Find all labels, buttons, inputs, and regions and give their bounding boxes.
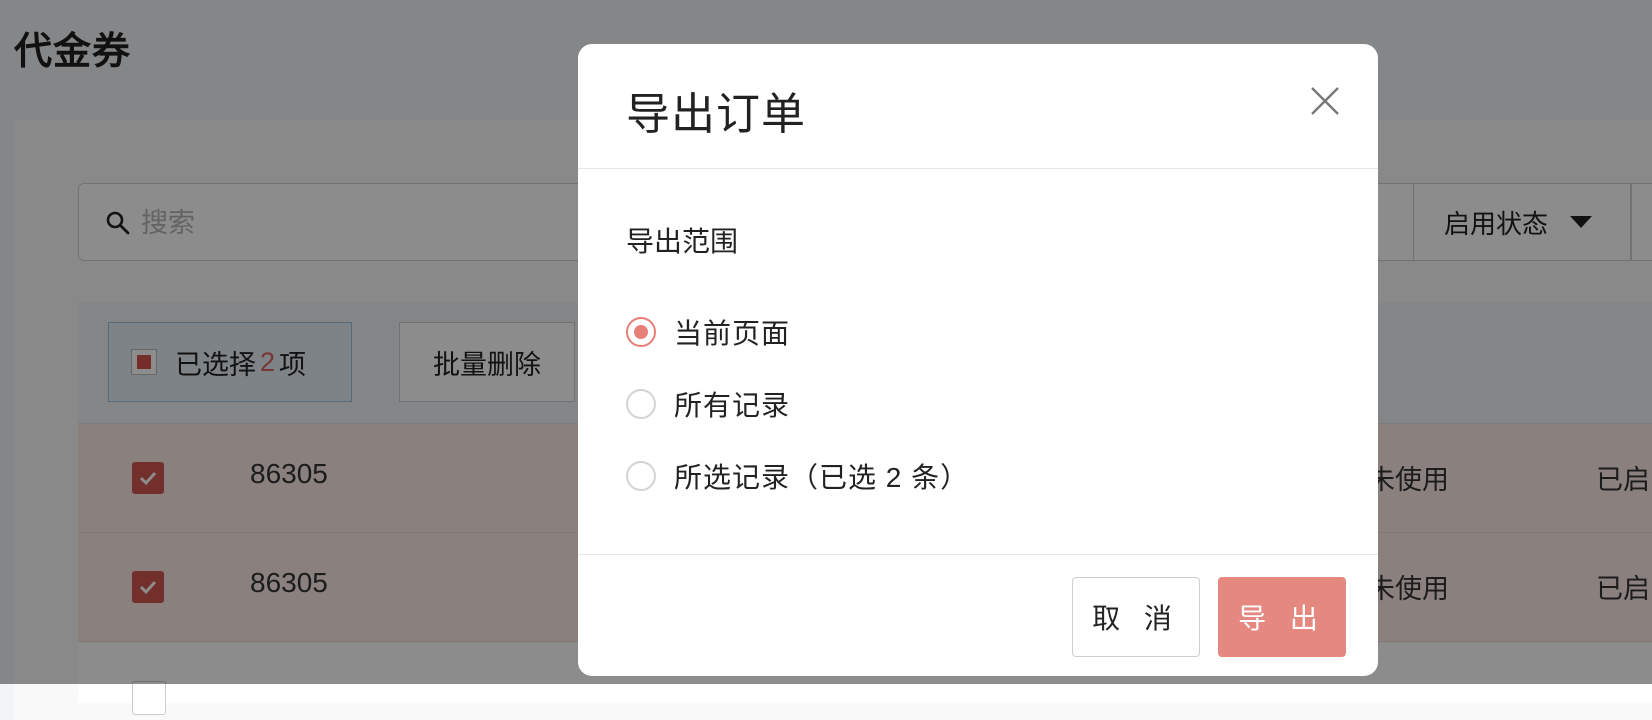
export-button[interactable]: 导 出 [1218, 577, 1346, 657]
radio-button[interactable] [626, 317, 656, 347]
modal-title: 导出订单 [626, 90, 806, 139]
export-range-label: 导出范围 [626, 226, 739, 257]
radio-button[interactable] [626, 461, 656, 491]
modal-footer: 取 消 导 出 [578, 554, 1378, 676]
radio-current-page[interactable]: 当前页面 [626, 312, 790, 352]
close-icon[interactable] [1304, 80, 1346, 122]
row-checkbox[interactable] [132, 681, 166, 715]
radio-label: 当前页面 [674, 318, 791, 349]
radio-button[interactable] [626, 389, 656, 419]
modal-header: 导出订单 [578, 44, 1378, 169]
radio-label: 所有记录 [674, 390, 791, 421]
export-modal: 导出订单 导出范围 当前页面 所有记录 所选记录（已选 2 条） 取 消 导 出 [578, 44, 1378, 676]
cancel-button[interactable]: 取 消 [1072, 577, 1200, 657]
radio-selected-records[interactable]: 所选记录（已选 2 条） [626, 456, 969, 496]
radio-label: 所选记录（已选 2 条） [674, 462, 970, 493]
radio-all-records[interactable]: 所有记录 [626, 384, 790, 424]
